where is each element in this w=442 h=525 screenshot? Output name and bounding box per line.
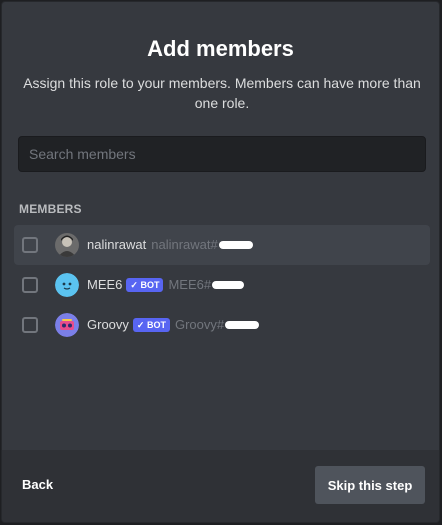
skip-step-button[interactable]: Skip this step [315, 466, 425, 504]
member-checkbox[interactable] [22, 317, 38, 333]
member-name: Groovy ✓ BOT Groovy# [87, 317, 260, 333]
member-tag: MEE6# [168, 277, 212, 292]
bot-badge: ✓ BOT [132, 318, 170, 332]
member-row-groovy[interactable]: Groovy ✓ BOT Groovy# [14, 305, 430, 345]
member-username: Groovy [87, 317, 129, 332]
check-icon: ✓ [136, 320, 145, 330]
bot-badge-label: BOT [140, 280, 160, 290]
user-avatar [55, 233, 79, 257]
member-username: nalinrawat [87, 237, 147, 252]
member-username: MEE6 [87, 277, 123, 292]
member-tag: Groovy# [174, 317, 225, 332]
redaction-mark [225, 321, 260, 329]
bot-badge-label: BOT [146, 320, 166, 330]
member-checkbox[interactable] [22, 237, 38, 253]
bot-badge: ✓ BOT [126, 278, 164, 292]
modal-footer: Back Skip this step [2, 450, 439, 522]
modal-title: Add members [147, 36, 294, 61]
check-icon: ✓ [130, 280, 138, 290]
redaction-mark [218, 241, 253, 249]
member-checkbox[interactable] [22, 277, 38, 293]
member-tag: nalinrawat# [151, 237, 218, 252]
member-row-mee6[interactable]: MEE6 ✓ BOT MEE6# [14, 265, 430, 305]
groovy-avatar [55, 313, 79, 337]
redaction-mark [212, 281, 245, 289]
mee6-avatar [55, 273, 79, 297]
add-members-modal: Add members Assign this role to your mem… [1, 1, 440, 523]
modal-subtitle: Assign this role to your members. Member… [23, 75, 421, 111]
search-input[interactable] [18, 136, 426, 172]
member-name: nalinrawat nalinrawat# [87, 237, 253, 253]
member-name: MEE6 ✓ BOT MEE6# [87, 277, 245, 293]
member-row-nalinrawat[interactable]: nalinrawat nalinrawat# [14, 225, 430, 265]
back-button[interactable]: Back [22, 477, 53, 492]
members-section-label: MEMBERS [19, 202, 82, 216]
